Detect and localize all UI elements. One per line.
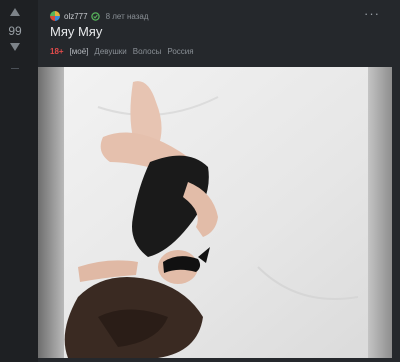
post-time: 8 лет назад	[105, 11, 149, 21]
tag-mine[interactable]: [моё]	[70, 47, 89, 56]
user-avatar[interactable]	[50, 11, 60, 21]
story-card: olz777 8 лет назад ··· Мяу Мяу 18+ [моё]…	[38, 0, 400, 362]
story-image[interactable]	[38, 67, 392, 358]
story-title[interactable]: Мяу Мяу	[50, 24, 102, 39]
vote-column: 99	[0, 0, 30, 362]
triangle-up-icon[interactable]	[10, 8, 20, 18]
vote-divider	[11, 68, 19, 69]
tag-nsfw[interactable]: 18+	[50, 47, 64, 56]
story-header: olz777 8 лет назад	[50, 9, 149, 23]
community-badge-icon	[90, 11, 100, 21]
rating-value: 99	[8, 24, 22, 38]
tag-list: 18+ [моё] Девушки Волосы Россия	[50, 47, 194, 56]
photo-illustration	[38, 67, 392, 358]
tag-russia[interactable]: Россия	[167, 47, 193, 56]
tag-hair[interactable]: Волосы	[133, 47, 162, 56]
tag-girls[interactable]: Девушки	[94, 47, 126, 56]
page: 99 olz777 8 лет назад ··· Мяу Мяу 18+ [м…	[0, 0, 400, 362]
author-link[interactable]: olz777	[64, 12, 88, 21]
triangle-down-icon[interactable]	[10, 43, 20, 53]
more-dots-icon[interactable]: ···	[364, 7, 380, 20]
